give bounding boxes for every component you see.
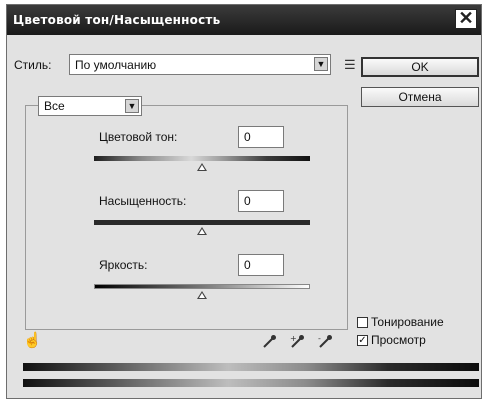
saturation-value: 0 — [244, 194, 251, 208]
hue-slider-track[interactable] — [94, 156, 310, 161]
ok-button[interactable]: OK — [361, 57, 479, 77]
output-color-bar — [23, 379, 479, 387]
svg-text:-: - — [318, 334, 321, 343]
preview-checkbox[interactable]: ✓ — [357, 335, 368, 346]
channel-select[interactable]: Все ▼ — [38, 96, 142, 116]
hue-slider-thumb[interactable] — [197, 163, 207, 171]
lightness-value: 0 — [244, 258, 251, 272]
chevron-down-icon: ▼ — [125, 99, 139, 113]
window-title: Цветовой тон/Насыщенность — [13, 13, 221, 27]
saturation-label: Насыщенность: — [99, 194, 187, 208]
eyedropper-plus-icon[interactable]: + — [289, 333, 305, 349]
style-label: Стиль: — [14, 58, 52, 72]
svg-text:+: + — [290, 334, 297, 343]
adjustments-group: Все ▼ Цветовой тон: 0 Насыщенность: 0 Яр… — [25, 96, 348, 330]
title-bar[interactable]: Цветовой тон/Насыщенность ✕ — [7, 5, 481, 35]
lightness-label: Яркость: — [99, 258, 148, 272]
hue-value: 0 — [244, 130, 251, 144]
saturation-slider-track[interactable] — [94, 220, 310, 225]
hand-adjust-icon[interactable]: ☝ — [23, 331, 42, 349]
close-button[interactable]: ✕ — [455, 9, 477, 29]
hue-label: Цветовой тон: — [99, 130, 178, 144]
channel-select-value: Все — [44, 99, 65, 113]
style-select-value: По умолчанию — [75, 58, 157, 72]
eyedropper-minus-icon[interactable]: - — [317, 333, 333, 349]
options-menu-icon[interactable]: ☰ — [344, 58, 356, 71]
eyedropper-icon[interactable] — [261, 333, 277, 349]
cancel-button[interactable]: Отмена — [361, 87, 479, 107]
lightness-slider-track[interactable] — [94, 284, 310, 289]
chevron-down-icon: ▼ — [314, 57, 328, 71]
saturation-slider-thumb[interactable] — [197, 227, 207, 235]
saturation-field[interactable]: 0 — [238, 190, 284, 212]
preview-label: Просмотр — [371, 333, 426, 347]
colorize-label: Тонирование — [371, 315, 444, 329]
input-color-bar — [23, 363, 479, 371]
colorize-checkbox[interactable] — [357, 317, 368, 328]
style-select[interactable]: По умолчанию ▼ — [69, 54, 331, 75]
hue-saturation-dialog: Цветовой тон/Насыщенность ✕ Стиль: По ум… — [6, 4, 482, 399]
hue-field[interactable]: 0 — [238, 126, 284, 148]
lightness-slider-thumb[interactable] — [197, 291, 207, 299]
lightness-field[interactable]: 0 — [238, 254, 284, 276]
